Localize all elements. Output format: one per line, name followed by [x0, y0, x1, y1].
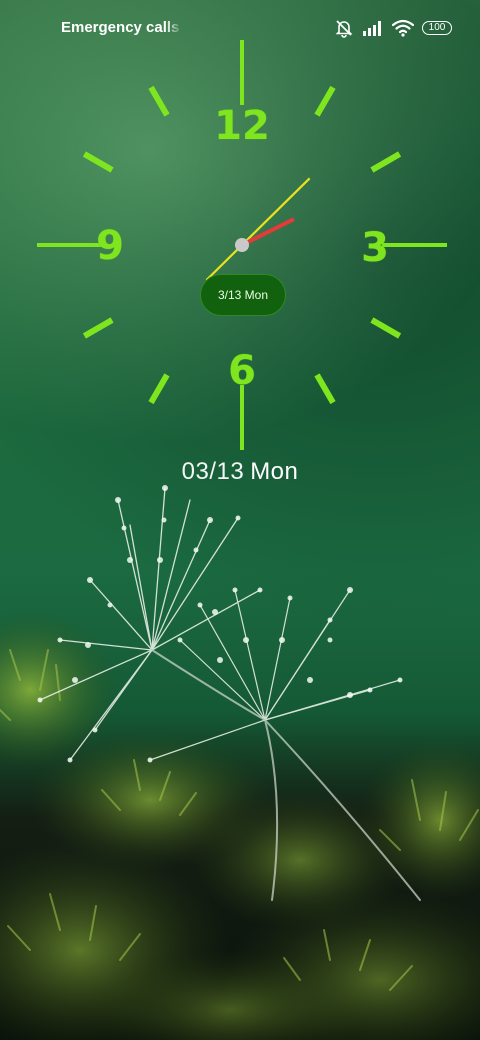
hour-mark-7 — [148, 373, 170, 405]
notifications-muted-icon — [335, 20, 353, 38]
hour-hand — [241, 217, 295, 247]
minute-hand — [205, 177, 311, 281]
lock-screen-date: 03/13 Mon — [0, 458, 480, 486]
battery-icon: 100 — [422, 21, 452, 35]
date-numeric: 03/13 — [181, 458, 245, 485]
hour-mark-11 — [148, 85, 170, 117]
status-icons: 100 — [334, 17, 452, 39]
numeral-3: 3 — [361, 225, 389, 271]
numeral-6: 6 — [228, 348, 256, 394]
analog-clock-widget[interactable]: 12 3 6 9 3/13 Mon — [37, 40, 447, 450]
carrier-status-text: Emergency calls only — [61, 19, 183, 36]
moss — [0, 610, 480, 1040]
battery-level: 100 — [428, 22, 446, 33]
clock-center-cap — [235, 238, 249, 252]
hour-mark-10 — [82, 151, 114, 173]
hour-mark-1 — [314, 85, 336, 117]
hour-mark-4 — [370, 317, 402, 339]
wifi-icon — [392, 19, 414, 37]
hour-mark-5 — [314, 373, 336, 405]
hour-mark-2 — [370, 151, 402, 173]
signal-icon — [363, 21, 381, 36]
date-weekday: Mon — [250, 458, 299, 485]
numeral-12: 12 — [214, 103, 270, 149]
lock-screen: Emergency calls only 100 — [0, 0, 480, 1040]
clock-date-pill: 3/13 Mon — [200, 274, 286, 316]
numeral-9: 9 — [96, 223, 124, 269]
hour-mark-8 — [82, 317, 114, 339]
